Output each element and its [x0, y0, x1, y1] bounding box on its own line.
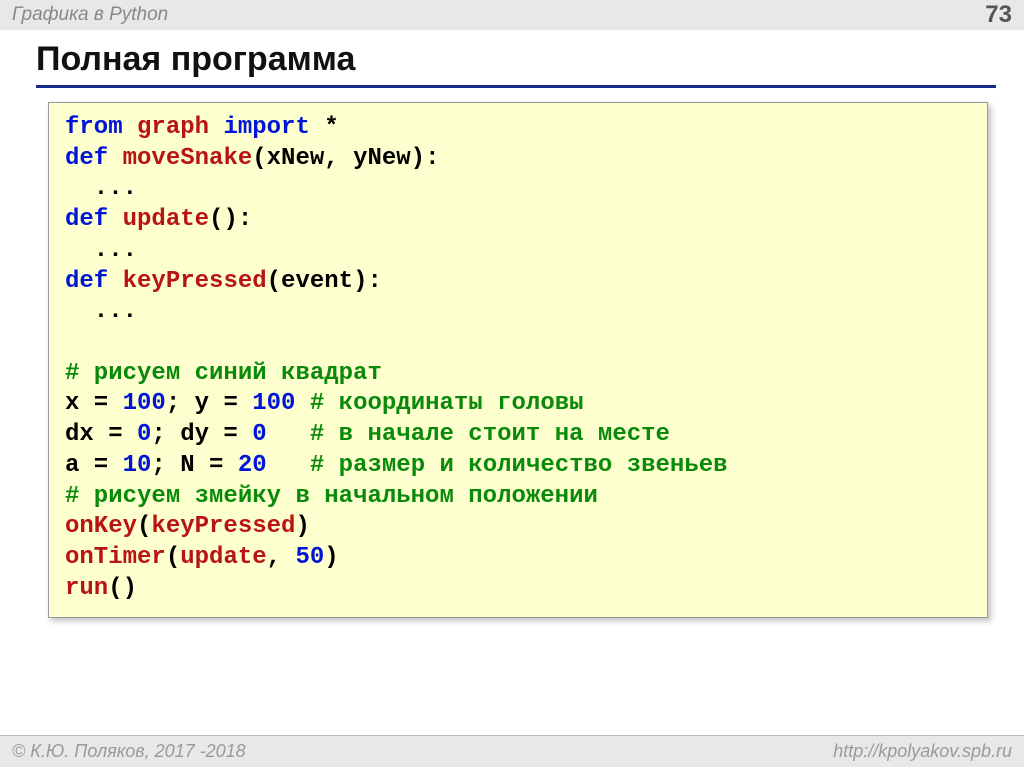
code-number: 0 — [137, 421, 151, 448]
code-comment: # рисуем синий квадрат — [65, 360, 382, 387]
title-underline — [36, 85, 996, 88]
code-pad — [267, 421, 310, 448]
code-text: ( — [166, 544, 180, 571]
code-text: ) — [295, 513, 309, 540]
code-text: () — [108, 575, 137, 602]
slide-header: Графика в Python 73 — [0, 0, 1024, 30]
code-comment: # рисуем змейку в начальном положении — [65, 483, 598, 510]
slide-title: Полная программа — [36, 40, 988, 83]
code-keyword: def — [65, 268, 108, 295]
code-text: a = — [65, 452, 123, 479]
code-number: 0 — [252, 421, 266, 448]
code-text: ... — [65, 175, 137, 202]
code-text: ; N = — [151, 452, 237, 479]
code-number: 10 — [123, 452, 152, 479]
code-text: ; y = — [166, 390, 252, 417]
code-pad — [267, 452, 310, 479]
code-args: (xNew, yNew): — [252, 145, 439, 172]
slide-footer: © К.Ю. Поляков, 2017 -2018 http://kpolya… — [0, 735, 1024, 767]
code-func: keyPressed — [123, 268, 267, 295]
code-comment: # координаты головы — [310, 390, 584, 417]
code-number: 100 — [252, 390, 295, 417]
footer-author: © К.Ю. Поляков, 2017 -2018 — [12, 741, 246, 762]
code-text — [295, 390, 309, 417]
code-module: graph — [137, 114, 209, 141]
page-number: 73 — [985, 1, 1012, 29]
code-func: run — [65, 575, 108, 602]
code-func: onKey — [65, 513, 137, 540]
code-keyword: import — [223, 114, 309, 141]
header-title: Графика в Python — [12, 4, 168, 26]
code-number: 50 — [295, 544, 324, 571]
code-text: ... — [65, 237, 137, 264]
code-text: * — [324, 114, 338, 141]
code-func: moveSnake — [123, 145, 253, 172]
code-text: ( — [137, 513, 151, 540]
code-text: ... — [65, 298, 137, 325]
code-number: 20 — [238, 452, 267, 479]
code-arg: keyPressed — [151, 513, 295, 540]
code-text: , — [267, 544, 296, 571]
code-args: (event): — [267, 268, 382, 295]
code-block: from graph import * def moveSnake(xNew, … — [48, 102, 988, 618]
code-func: onTimer — [65, 544, 166, 571]
code-text: x = — [65, 390, 123, 417]
code-args: (): — [209, 206, 252, 233]
code-keyword: from — [65, 114, 123, 141]
code-keyword: def — [65, 145, 108, 172]
code-func: update — [123, 206, 209, 233]
code-text: ) — [324, 544, 338, 571]
code-text: ; dy = — [151, 421, 252, 448]
code-blank — [65, 329, 79, 356]
footer-url: http://kpolyakov.spb.ru — [833, 741, 1012, 762]
code-arg: update — [180, 544, 266, 571]
code-number: 100 — [123, 390, 166, 417]
code-comment: # в начале стоит на месте — [310, 421, 670, 448]
code-text: dx = — [65, 421, 137, 448]
title-area: Полная программа — [0, 30, 1024, 88]
code-comment: # размер и количество звеньев — [310, 452, 728, 479]
code-keyword: def — [65, 206, 108, 233]
